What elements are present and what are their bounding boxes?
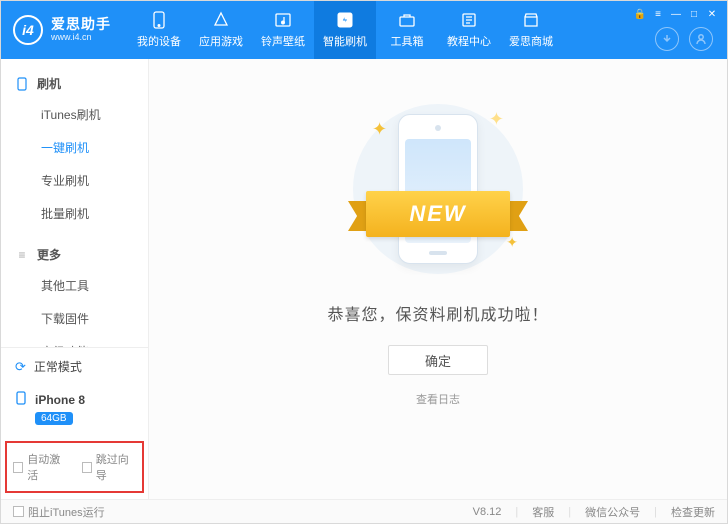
window-controls: 🔒 ≡ — □ ✕ bbox=[633, 1, 719, 21]
checkbox-auto-activate[interactable]: 自动激活 bbox=[13, 451, 68, 483]
nav-label: 教程中心 bbox=[447, 33, 491, 49]
ok-button[interactable]: 确定 bbox=[388, 345, 488, 375]
content-area: ✦ ✦ ✦ NEW 恭喜您，保资料刷机成功啦！ 确定 查看日志 bbox=[149, 59, 727, 499]
version-label: V8.12 bbox=[473, 506, 502, 518]
nav-label: 应用游戏 bbox=[199, 33, 243, 49]
header: i4 爱思助手 www.i4.cn 我的设备 应用游戏 铃声壁纸 智能刷机 bbox=[1, 1, 727, 59]
phone-small-icon bbox=[15, 391, 27, 408]
storage-badge: 64GB bbox=[35, 412, 73, 425]
checkbox-box-icon bbox=[82, 462, 92, 473]
success-message: 恭喜您，保资料刷机成功啦！ bbox=[327, 301, 548, 325]
nav-label: 铃声壁纸 bbox=[261, 33, 305, 49]
sidebar-section-flash: 刷机 bbox=[1, 69, 148, 98]
new-ribbon: NEW bbox=[348, 191, 528, 237]
sidebar: 刷机 iTunes刷机 一键刷机 专业刷机 批量刷机 ≡ 更多 其他工具 下载固… bbox=[1, 59, 149, 499]
sidebar-item-other-tools[interactable]: 其他工具 bbox=[1, 269, 148, 302]
checkbox-box-icon bbox=[13, 506, 24, 517]
sidebar-section-more: ≡ 更多 bbox=[1, 240, 148, 269]
phone-illustration bbox=[398, 114, 478, 264]
sparkle-icon: ✦ bbox=[506, 234, 518, 251]
check-update-link[interactable]: 检查更新 bbox=[671, 504, 715, 520]
nav-label: 我的设备 bbox=[137, 33, 181, 49]
sidebar-item-advanced[interactable]: 高级功能 bbox=[1, 335, 148, 347]
sidebar-item-download-firmware[interactable]: 下载固件 bbox=[1, 302, 148, 335]
logo: i4 爱思助手 www.i4.cn bbox=[13, 1, 128, 59]
nav-apps-games[interactable]: 应用游戏 bbox=[190, 1, 252, 59]
apps-icon bbox=[212, 11, 230, 29]
sidebar-item-pro-flash[interactable]: 专业刷机 bbox=[1, 164, 148, 197]
nav-label: 爱思商城 bbox=[509, 33, 553, 49]
menu-icon[interactable]: ≡ bbox=[651, 7, 665, 21]
device-mode-row[interactable]: ⟳ 正常模式 bbox=[1, 348, 148, 385]
footer: 阻止iTunes运行 V8.12 | 客服 | 微信公众号 | 检查更新 bbox=[1, 499, 727, 523]
support-link[interactable]: 客服 bbox=[532, 504, 554, 520]
sidebar-item-one-click-flash[interactable]: 一键刷机 bbox=[1, 131, 148, 164]
download-circle-button[interactable] bbox=[655, 27, 679, 51]
toolbox-icon bbox=[398, 11, 416, 29]
more-icon: ≡ bbox=[15, 248, 29, 262]
phone-icon bbox=[150, 11, 168, 29]
success-illustration: ✦ ✦ ✦ NEW bbox=[328, 99, 548, 279]
sidebar-item-batch-flash[interactable]: 批量刷机 bbox=[1, 197, 148, 230]
device-name: iPhone 8 bbox=[35, 393, 85, 407]
checkbox-skip-wizard[interactable]: 跳过向导 bbox=[82, 451, 137, 483]
nav-tutorials[interactable]: 教程中心 bbox=[438, 1, 500, 59]
book-icon bbox=[460, 11, 478, 29]
checkbox-box-icon bbox=[13, 462, 23, 473]
nav-ringtone-wallpaper[interactable]: 铃声壁纸 bbox=[252, 1, 314, 59]
view-log-link[interactable]: 查看日志 bbox=[416, 391, 460, 407]
app-title: 爱思助手 bbox=[51, 17, 111, 32]
nav-label: 智能刷机 bbox=[323, 33, 367, 49]
nav-store[interactable]: 爱思商城 bbox=[500, 1, 562, 59]
lock-icon[interactable]: 🔒 bbox=[633, 7, 647, 21]
wechat-link[interactable]: 微信公众号 bbox=[585, 504, 640, 520]
maximize-button[interactable]: □ bbox=[687, 7, 701, 21]
refresh-icon: ⟳ bbox=[15, 359, 26, 375]
logo-icon: i4 bbox=[13, 15, 43, 45]
flash-icon bbox=[336, 11, 354, 29]
nav-smart-flash[interactable]: 智能刷机 bbox=[314, 1, 376, 59]
checkbox-block-itunes[interactable]: 阻止iTunes运行 bbox=[13, 504, 105, 520]
device-icon bbox=[15, 77, 29, 91]
sidebar-item-itunes-flash[interactable]: iTunes刷机 bbox=[1, 98, 148, 131]
sparkle-icon: ✦ bbox=[489, 109, 504, 130]
user-circle-button[interactable] bbox=[689, 27, 713, 51]
top-nav: 我的设备 应用游戏 铃声壁纸 智能刷机 工具箱 教程中心 bbox=[128, 1, 562, 59]
device-row[interactable]: iPhone 8 bbox=[1, 385, 148, 410]
sparkle-icon: ✦ bbox=[372, 119, 387, 140]
app-url: www.i4.cn bbox=[51, 33, 111, 43]
shop-icon bbox=[522, 11, 540, 29]
highlighted-options: 自动激活 跳过向导 bbox=[5, 441, 144, 493]
close-button[interactable]: ✕ bbox=[705, 7, 719, 21]
minimize-button[interactable]: — bbox=[669, 7, 683, 21]
nav-my-device[interactable]: 我的设备 bbox=[128, 1, 190, 59]
nav-toolbox[interactable]: 工具箱 bbox=[376, 1, 438, 59]
device-mode-label: 正常模式 bbox=[34, 358, 82, 375]
nav-label: 工具箱 bbox=[391, 33, 424, 49]
music-icon bbox=[274, 11, 292, 29]
